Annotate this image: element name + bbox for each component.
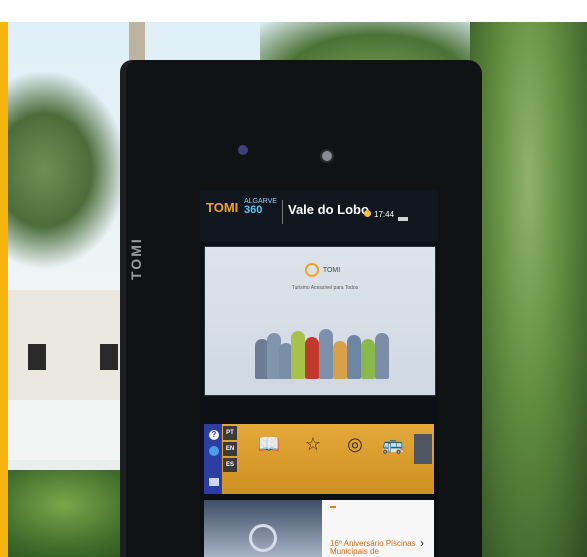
news-date-badge [330,506,336,508]
video-logo: TOMI [305,263,340,277]
algarve-logo-number: 360 [244,204,263,216]
kiosk-screen[interactable]: TOMI ALGARVE 360 Vale do Lobo 17:44 TOMI… [200,190,438,557]
clock: 17:44 [374,210,395,219]
promo-video[interactable]: TOMI Turismo Acessível para Todos [204,246,436,396]
news-card[interactable]: 16º Aniversário Piscinas Municipais de › [204,500,434,557]
banana-plants-right [470,22,587,557]
news-image [204,500,322,557]
volume-icon[interactable] [209,478,219,486]
video-logo-text: TOMI [322,266,341,274]
food-icon[interactable]: ◎ [338,434,372,464]
camera-icon [322,151,332,161]
plaza [8,400,138,460]
star-icon[interactable]: ☆ [296,434,330,464]
kiosk-photo: TOMI TOMI ALGARVE 360 Vale do Lobo 17:44… [0,0,587,557]
language-pt[interactable]: PT [223,426,237,440]
building-window [100,344,118,370]
accessibility-icon[interactable] [209,446,219,456]
top-margin [8,0,587,22]
chevron-right-icon[interactable]: › [420,536,424,550]
kiosk-brand-vertical: TOMI [128,237,144,280]
bus-icon[interactable]: 🚌 [376,434,410,464]
header-divider [282,200,283,224]
people-illustration [255,321,395,379]
help-button[interactable]: ? [209,430,219,440]
building-window [28,344,46,370]
news-title: 16º Aniversário Piscinas Municipais de [330,539,416,556]
sun-icon [364,210,371,217]
language-en[interactable]: EN [223,442,237,456]
location-title: Vale do Lobo [288,202,369,217]
palm-tree-left [8,70,128,270]
sensor-icon [238,145,248,155]
accessibility-logo-icon [305,263,319,277]
tomi-logo: TOMI [206,200,239,215]
wheelchair-icon [249,524,277,552]
language-es[interactable]: ES [223,458,237,472]
accent-bar [0,22,8,557]
accessibility-sidebar: ? [204,424,222,494]
tiles-next-button[interactable] [414,434,432,464]
video-caption: Turismo Acessível para Todos [291,285,359,291]
book-icon[interactable]: 📖 [252,434,286,464]
algarve-logo: ALGARVE 360 [244,198,277,216]
battery-icon [398,217,408,221]
screen-header: TOMI ALGARVE 360 Vale do Lobo 17:44 [200,190,438,242]
